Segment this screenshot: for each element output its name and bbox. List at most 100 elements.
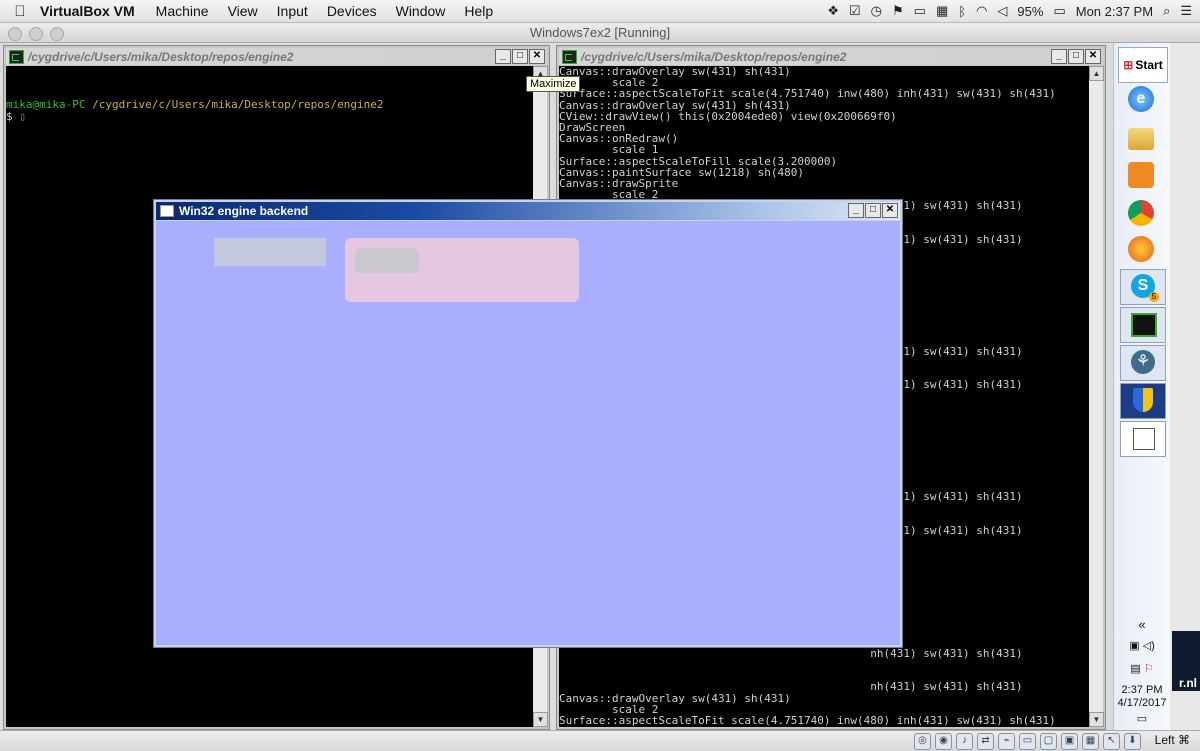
video-capture-icon[interactable]: ▣ <box>1061 733 1078 750</box>
cygwin-terminal-icon <box>562 49 577 64</box>
scroll-down-arrow-icon[interactable]: ▼ <box>533 712 548 727</box>
network-icon[interactable]: ⇄ <box>977 733 994 750</box>
guest-desktop: /cygdrive/c/Users/mika/Desktop/repos/eng… <box>0 43 1200 750</box>
maximize-button[interactable]: □ <box>1068 49 1084 64</box>
tree-app-task-button[interactable]: ⚘ <box>1120 345 1166 381</box>
windows-taskbar: ⊞ Start e S 5 ⚘ « ▣ ◁) ▤ ⚐ 2:37 PM 4/17/… <box>1113 43 1170 730</box>
minimize-button[interactable]: _ <box>1051 49 1067 64</box>
speaker-icon[interactable]: ◁) <box>1143 640 1155 652</box>
win32-title: Win32 engine backend <box>179 204 309 218</box>
terminal-right-titlebar[interactable]: /cygdrive/c/Users/mika/Desktop/repos/eng… <box>559 48 1103 65</box>
maximize-button[interactable]: □ <box>512 49 528 64</box>
menu-view[interactable]: View <box>228 3 258 19</box>
close-button[interactable]: ✕ <box>1085 49 1101 64</box>
battery-icon: ▭ <box>1053 3 1066 18</box>
menu-app-name[interactable]: VirtualBox VM <box>40 3 135 19</box>
menu-input[interactable]: Input <box>277 3 308 19</box>
media-player-icon[interactable] <box>1124 159 1158 191</box>
start-button[interactable]: ⊞ Start <box>1118 47 1168 83</box>
shared-folder-icon[interactable]: ▭ <box>1019 733 1036 750</box>
spotlight-icon[interactable]: ⌕ <box>1163 3 1170 19</box>
flag-icon[interactable]: ⚐ <box>1144 663 1154 675</box>
alert-icon[interactable]: ⚑ <box>892 3 904 19</box>
vm-statusbar: ◎ ◉ ♪ ⇄ ⌁ ▭ ▢ ▣ ▦ ↖ ⬇ Left ⌘ <box>0 730 1200 751</box>
internet-explorer-icon[interactable]: e <box>1124 83 1158 115</box>
terminal-left-window-buttons: _ □ ✕ <box>495 49 545 64</box>
rendered-rect-inner <box>355 248 419 273</box>
menu-help[interactable]: Help <box>464 3 493 19</box>
usb-icon[interactable]: ⌁ <box>998 733 1015 750</box>
minimize-button[interactable]: _ <box>848 203 864 218</box>
cygwin-terminal-icon <box>9 49 24 64</box>
display-icon[interactable]: ▢ <box>1040 733 1057 750</box>
vm-window-titlebar[interactable]: Windows7ex2 [Running] <box>0 23 1200 43</box>
mac-menubar:  VirtualBox VM Machine View Input Devic… <box>0 0 1200 23</box>
zoom-window-button[interactable] <box>50 27 64 41</box>
win32-window-buttons: _ □ ✕ <box>848 203 898 218</box>
rendered-rect-grey <box>214 238 326 266</box>
skype-task-button[interactable]: S 5 <box>1120 269 1166 305</box>
prompt-symbol: $ <box>6 109 13 123</box>
taskbar-time[interactable]: 2:37 PM <box>1114 684 1170 696</box>
file-explorer-icon[interactable] <box>1124 123 1158 155</box>
volume-icon[interactable]: ◁ <box>997 3 1007 19</box>
screen-icon[interactable]: ▦ <box>936 3 948 19</box>
minimize-window-button[interactable] <box>29 27 43 41</box>
scroll-up-arrow-icon[interactable]: ▲ <box>1089 66 1104 81</box>
close-button[interactable]: ✕ <box>529 49 545 64</box>
menubar-clock[interactable]: Mon 2:37 PM <box>1076 4 1153 19</box>
close-window-button[interactable] <box>8 27 22 41</box>
window-controls <box>8 27 64 41</box>
terminal-right-scrollbar[interactable]: ▲ ▼ <box>1089 66 1104 727</box>
menu-devices[interactable]: Devices <box>327 3 377 19</box>
minimize-button[interactable]: _ <box>495 49 511 64</box>
network-icon[interactable]: ▤ <box>1130 663 1140 675</box>
terminal-right-title: /cygdrive/c/Users/mika/Desktop/repos/eng… <box>581 49 847 64</box>
wifi-icon[interactable]: ◠ <box>976 3 987 19</box>
host-desktop-text: r.nl <box>1172 631 1200 691</box>
chrome-icon[interactable] <box>1124 197 1158 229</box>
terminal-line: nh(431) sw(431) sh(431) <box>559 646 1023 660</box>
terminal-line: Surface::aspectScaleToFill scale(3.20000… <box>559 154 838 168</box>
task-icon[interactable]: ☑ <box>849 3 861 19</box>
tree-icon: ⚘ <box>1131 350 1155 374</box>
render-canvas[interactable] <box>156 221 900 645</box>
optical-drive-icon[interactable]: ◉ <box>935 733 952 750</box>
menu-window[interactable]: Window <box>396 3 446 19</box>
shield-icon <box>1133 388 1153 412</box>
win32-titlebar[interactable]: Win32 engine backend _ □ ✕ <box>156 202 900 220</box>
terminal-line: Canvas::drawOverlay sw(431) sh(431) <box>559 691 791 705</box>
terminal-line: CView::drawView() this(0x2004ede0) view(… <box>559 109 897 123</box>
start-label: Start <box>1135 58 1163 72</box>
mouse-integration-icon[interactable]: ↖ <box>1103 733 1120 750</box>
action-center-icon[interactable]: ▣ <box>1129 640 1139 652</box>
battery-percent[interactable]: 95% <box>1017 4 1043 19</box>
hard-disk-icon[interactable]: ◎ <box>914 733 931 750</box>
show-hidden-icons-chevron[interactable]: « <box>1114 617 1170 632</box>
bluetooth-icon[interactable]: ᛒ <box>958 4 966 19</box>
terminal-left-title: /cygdrive/c/Users/mika/Desktop/repos/eng… <box>28 49 294 64</box>
airplay-icon[interactable]: ▭ <box>914 3 926 19</box>
app-window-icon <box>1133 428 1155 450</box>
audio-icon[interactable]: ♪ <box>956 733 973 750</box>
apple-menu-icon[interactable]:  <box>0 3 40 20</box>
clock-app-icon[interactable]: ◷ <box>871 3 882 19</box>
show-desktop-icon[interactable]: ▭ <box>1114 712 1170 725</box>
notification-list-icon[interactable]: ☰ <box>1180 3 1192 19</box>
dropbox-icon[interactable]: ❖ <box>827 3 839 19</box>
maximize-button[interactable]: □ <box>865 203 881 218</box>
terminal-line: nh(431) sw(431) sh(431) <box>559 680 1023 694</box>
security-task-button[interactable] <box>1120 383 1166 419</box>
skype-badge: 5 <box>1149 292 1159 302</box>
terminal-task-button[interactable] <box>1120 307 1166 343</box>
terminal-left-titlebar[interactable]: /cygdrive/c/Users/mika/Desktop/repos/eng… <box>6 48 547 65</box>
menu-machine[interactable]: Machine <box>156 3 209 19</box>
taskbar-date[interactable]: 4/17/2017 <box>1114 697 1170 709</box>
cpu-icon[interactable]: ▦ <box>1082 733 1099 750</box>
app-window-task-button[interactable] <box>1120 421 1166 457</box>
scroll-down-arrow-icon[interactable]: ▼ <box>1089 712 1104 727</box>
firefox-icon[interactable] <box>1124 233 1158 265</box>
close-button[interactable]: ✕ <box>882 203 898 218</box>
keyboard-capture-icon[interactable]: ⬇ <box>1124 733 1141 750</box>
